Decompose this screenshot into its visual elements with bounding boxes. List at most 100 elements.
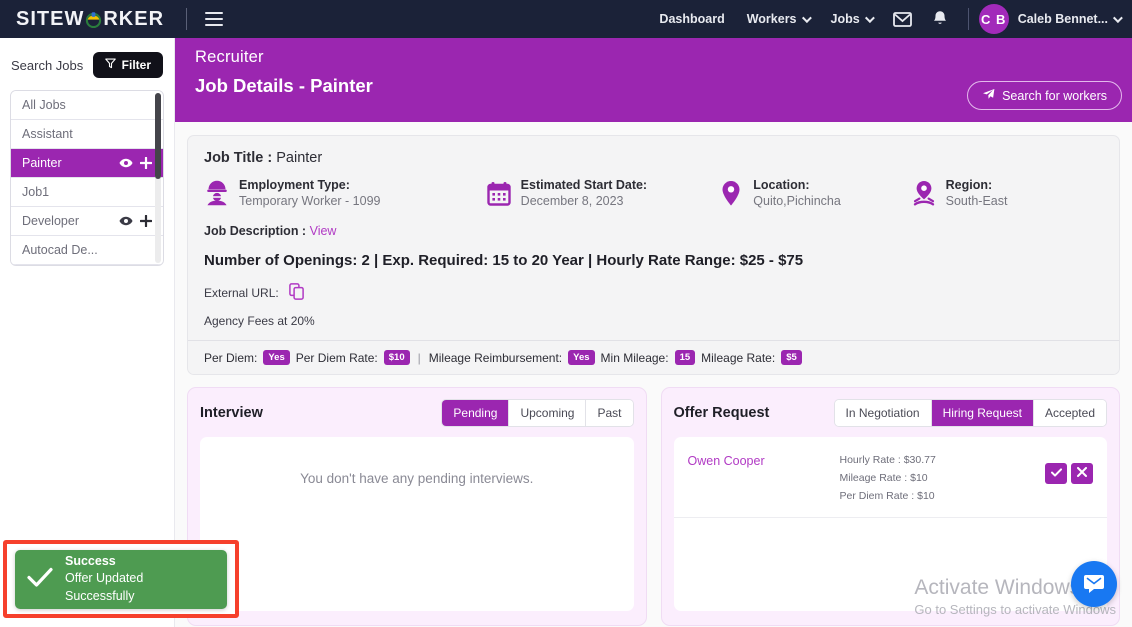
main-content: Recruiter Job Details - Painter Search f…: [175, 38, 1132, 627]
per-diem-rate-badge: $10: [383, 350, 410, 365]
nav-link-workers-label: Workers: [746, 12, 797, 26]
offer-hourly-rate: Hourly Rate : $30.77: [839, 454, 936, 466]
mileage-reimbursement-label: Mileage Reimbursement:: [428, 350, 563, 365]
job-description-view-link[interactable]: View: [310, 224, 337, 238]
tab-accepted[interactable]: Accepted: [1033, 400, 1106, 426]
user-menu[interactable]: Caleb Bennet...: [1018, 12, 1123, 26]
job-item-label: Assistant: [22, 127, 73, 141]
meta-value: December 8, 2023: [520, 194, 624, 208]
chevron-down-icon: [801, 12, 812, 23]
app-root: SITEW RKER Dashboard Workers Jobs C B Ca…: [0, 0, 1132, 627]
tab-pending[interactable]: Pending: [442, 400, 510, 426]
accept-offer-button[interactable]: [1045, 463, 1067, 484]
plus-icon[interactable]: [140, 157, 152, 169]
job-item-label: All Jobs: [22, 98, 66, 112]
nav-link-jobs[interactable]: Jobs: [830, 12, 875, 26]
sidebar-header: Search Jobs Filter: [0, 38, 174, 78]
interview-empty-message: You don't have any pending interviews.: [300, 471, 534, 486]
min-mileage-label: Min Mileage:: [600, 350, 669, 365]
sidebar-item-painter[interactable]: Painter: [11, 149, 163, 178]
brand-text-part1: SITEW: [16, 7, 85, 30]
sidebar-item-autocad[interactable]: Autocad De...: [11, 236, 163, 265]
meta-start-date: Estimated Start Date: December 8, 2023: [486, 178, 719, 210]
reject-offer-button[interactable]: [1071, 463, 1093, 484]
job-item-label: Job1: [22, 185, 50, 199]
brand-text: SITEW RKER: [16, 8, 164, 31]
external-url-label: External URL:: [204, 286, 279, 300]
offer-mileage-rate: Mileage Rate : $10: [839, 472, 928, 484]
toast-highlight-box: Success Offer Updated Successfully: [3, 540, 239, 618]
eye-icon[interactable]: [119, 158, 133, 168]
interview-panel-body: You don't have any pending interviews.: [200, 437, 634, 611]
search-for-workers-label: Search for workers: [1002, 88, 1107, 103]
success-toast[interactable]: Success Offer Updated Successfully: [15, 549, 227, 609]
chevron-down-icon: [864, 12, 875, 23]
offer-request-tabs: In Negotiation Hiring Request Accepted: [833, 399, 1107, 427]
openings-line: Number of Openings: 2 | Exp. Required: 1…: [204, 252, 804, 269]
per-diem-label: Per Diem:: [204, 350, 258, 365]
search-for-workers-button[interactable]: Search for workers: [967, 81, 1122, 110]
job-detail-body: Job Title : Painter Employment Type: Tem…: [188, 136, 1119, 340]
meta-employment-type-text: Employment Type: Temporary Worker - 1099: [239, 178, 381, 210]
sidebar-item-developer[interactable]: Developer: [11, 207, 163, 236]
offer-request-panel: Offer Request In Negotiation Hiring Requ…: [660, 387, 1120, 626]
offer-worker-name[interactable]: Owen Cooper: [688, 451, 840, 468]
copy-icon[interactable]: [288, 283, 305, 303]
hamburger-menu-icon[interactable]: [205, 12, 224, 26]
tab-hiring-request[interactable]: Hiring Request: [931, 400, 1034, 426]
envelope-icon[interactable]: [892, 11, 912, 27]
filter-button[interactable]: Filter: [92, 52, 163, 78]
footer-separator: |: [417, 350, 421, 365]
offer-request-panel-header: Offer Request In Negotiation Hiring Requ…: [673, 399, 1107, 427]
offer-request-title: Offer Request: [673, 405, 770, 421]
bell-icon[interactable]: [932, 10, 948, 28]
brand-divider: [186, 8, 188, 30]
calendar-icon: [486, 178, 512, 208]
offer-per-diem-rate: Per Diem Rate : $10: [839, 490, 935, 502]
job-item-actions: [119, 157, 152, 169]
chat-bubble-icon[interactable]: [1071, 561, 1117, 607]
job-list: All Jobs Assistant Painter Job1 Develope…: [10, 90, 164, 266]
filter-icon: [104, 58, 116, 72]
interview-title: Interview: [200, 405, 263, 421]
map-pin-icon: [718, 178, 744, 208]
meta-employment-type: Employment Type: Temporary Worker - 1099: [204, 178, 486, 210]
sidebar-item-job1[interactable]: Job1: [11, 178, 163, 207]
nav-link-dashboard[interactable]: Dashboard: [659, 12, 724, 26]
check-icon: [1050, 467, 1062, 480]
job-detail-card: Job Title : Painter Employment Type: Tem…: [187, 135, 1120, 375]
hard-hat-worker-icon: [204, 178, 230, 208]
job-description-line: Job Description : View: [204, 224, 1103, 238]
nav-link-workers[interactable]: Workers: [746, 12, 812, 26]
job-meta-row: Employment Type: Temporary Worker - 1099: [204, 178, 1103, 210]
job-title-line: Job Title : Painter: [204, 150, 1103, 166]
meta-value: Temporary Worker - 1099: [239, 194, 381, 208]
table-row: Owen Cooper Hourly Rate : $30.77 Mileage…: [673, 437, 1107, 518]
interview-panel: Interview Pending Upcoming Past You don'…: [187, 387, 647, 626]
page-subtitle: Recruiter: [195, 48, 264, 66]
bottom-panels: Interview Pending Upcoming Past You don'…: [187, 387, 1120, 626]
avatar[interactable]: C B: [978, 4, 1009, 34]
mileage-reimbursement-badge: Yes: [568, 350, 595, 365]
tab-past[interactable]: Past: [586, 400, 633, 426]
meta-location: Location: Quito,Pichincha: [718, 178, 910, 210]
tab-in-negotiation[interactable]: In Negotiation: [834, 400, 932, 426]
job-title-label: Job Title :: [204, 150, 273, 166]
meta-value: Quito,Pichincha: [753, 194, 841, 208]
sidebar-item-all-jobs[interactable]: All Jobs: [11, 91, 163, 120]
eye-icon[interactable]: [119, 216, 133, 226]
brand-logo[interactable]: SITEW RKER: [16, 8, 205, 31]
meta-start-date-text: Estimated Start Date: December 8, 2023: [521, 178, 647, 210]
job-description-label: Job Description :: [204, 224, 307, 238]
tab-upcoming[interactable]: Upcoming: [509, 400, 587, 426]
plus-icon[interactable]: [140, 215, 152, 227]
sidebar-item-assistant[interactable]: Assistant: [11, 120, 163, 149]
offer-request-panel-body: Owen Cooper Hourly Rate : $30.77 Mileage…: [673, 437, 1107, 611]
toast-title: Success: [65, 554, 116, 568]
top-navigation-bar: SITEW RKER Dashboard Workers Jobs C B Ca…: [0, 0, 1132, 38]
nav-link-jobs-label: Jobs: [830, 12, 860, 26]
job-list-scrollbar-thumb[interactable]: [155, 93, 161, 179]
brand-text-part2: RKER: [103, 7, 165, 30]
nav-right-group: Dashboard Workers Jobs C B Caleb Bennet.…: [648, 4, 1123, 34]
meta-location-text: Location: Quito,Pichincha: [753, 178, 841, 210]
